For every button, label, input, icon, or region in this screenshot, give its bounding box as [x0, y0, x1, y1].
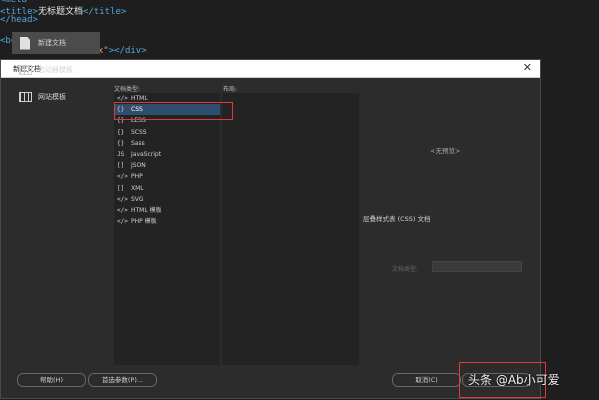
doc-type-php-template[interactable]: </> PHP 模板 — [114, 216, 220, 227]
category-label: 启动器模板 — [38, 66, 73, 74]
xml-icon: [] — [117, 184, 125, 192]
preview-placeholder: <无预览> — [430, 147, 461, 155]
doc-type-scss[interactable]: {} SCSS — [114, 127, 220, 138]
close-icon[interactable]: ✕ — [523, 61, 532, 74]
category-list: 新建文档 启动器模板 网站模板 — [12, 32, 100, 113]
doc-type-php[interactable]: </> PHP — [114, 171, 220, 182]
layout-list[interactable] — [222, 93, 359, 365]
code-tag-icon: </> — [117, 206, 128, 214]
braces-icon: {} — [117, 139, 125, 147]
category-new-document[interactable]: 新建文档 — [12, 32, 100, 54]
category-label: 网站模板 — [38, 93, 66, 101]
doc-type-javascript[interactable]: JS JavaScript — [114, 149, 220, 160]
doc-type-html-template[interactable]: </> HTML 模板 — [114, 205, 220, 216]
watermark: 头条 @Ab小可爱 — [468, 373, 560, 387]
code-tag-icon: </> — [117, 218, 128, 226]
code-tag-icon: </> — [117, 173, 128, 181]
doc-type-json[interactable]: [] JSON — [114, 160, 220, 171]
layout-heading: 布局: — [223, 86, 238, 93]
category-starter-templates[interactable]: 启动器模板 — [12, 59, 100, 81]
json-icon: [] — [117, 162, 125, 170]
doctype-field-label: 文档类型: — [392, 266, 419, 273]
category-label: 新建文档 — [38, 39, 66, 47]
help-button[interactable]: 帮助(H) — [17, 373, 86, 387]
category-site-templates[interactable]: 网站模板 — [12, 86, 100, 108]
doc-type-xml[interactable]: [] XML — [114, 183, 220, 194]
highlight-box — [114, 102, 233, 120]
cancel-button[interactable]: 取消(C) — [392, 373, 461, 387]
doc-type-description: 层叠样式表 (CSS) 文档 — [363, 215, 431, 223]
doctype-select[interactable] — [432, 261, 522, 272]
doc-type-sass[interactable]: {} Sass — [114, 138, 220, 149]
doc-type-svg[interactable]: </> SVG — [114, 194, 220, 205]
preferences-button[interactable]: 首选参数(P)... — [88, 373, 157, 387]
grid-icon — [18, 62, 32, 78]
code-tag-icon: </> — [117, 195, 128, 203]
braces-icon: {} — [117, 128, 125, 136]
document-icon — [18, 35, 32, 51]
doc-type-heading: 文档类型: — [114, 86, 141, 93]
javascript-icon: JS — [117, 150, 125, 158]
doc-type-list: </> HTML {} CSS {} LESS {} SCSS {} Sass JS Jav… — [114, 93, 220, 365]
grid-icon — [18, 89, 32, 105]
code-line: </head> — [0, 15, 38, 25]
